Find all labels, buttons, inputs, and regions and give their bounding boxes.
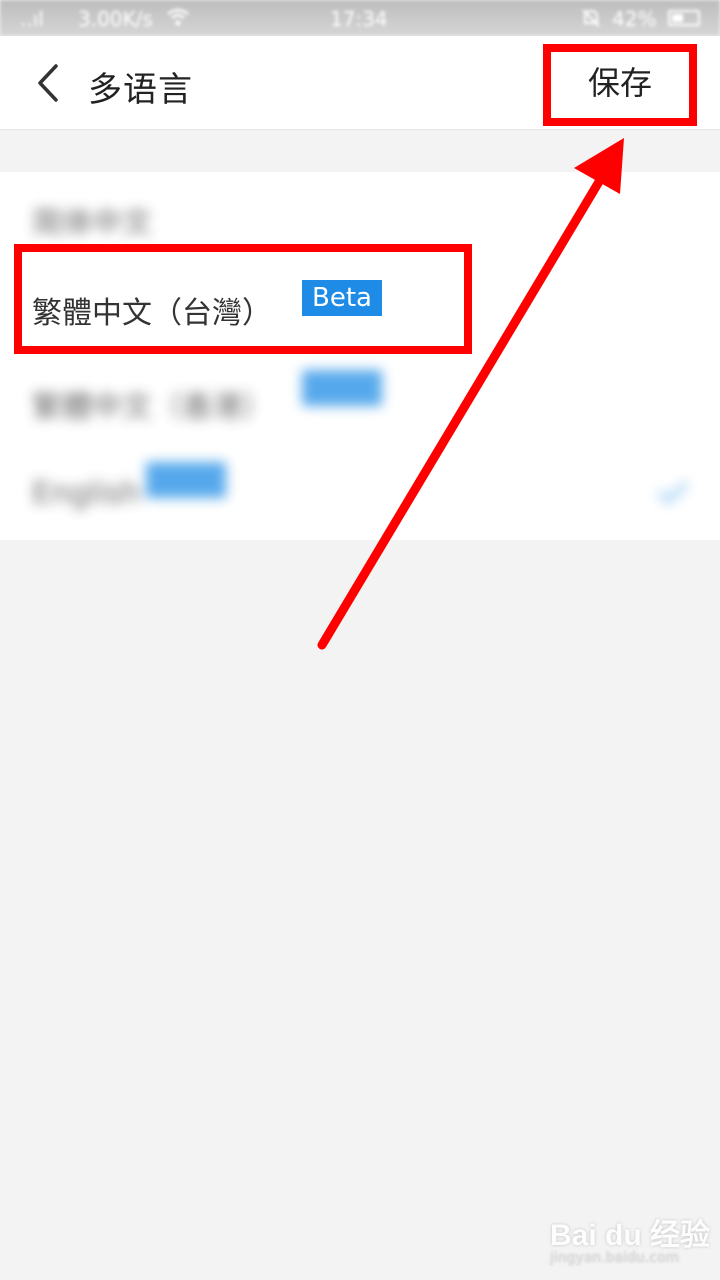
wifi-icon [166, 7, 190, 32]
check-icon [657, 481, 689, 504]
signal-icon: ..ıl [20, 7, 44, 31]
clock: 17:34 [330, 7, 388, 31]
language-list: 简体中文 繁體中文（台灣） Beta 繁體中文（香港） English [0, 172, 720, 540]
annotation-box-language-row [14, 244, 472, 354]
back-button[interactable] [24, 58, 70, 108]
beta-badge [302, 370, 382, 406]
battery-icon [668, 10, 700, 26]
language-label: 简体中文 [32, 206, 152, 241]
baidu-jingyan-watermark: Bai du 经验 jingyan.baidu.com [550, 1210, 710, 1266]
language-option-english[interactable]: English [0, 448, 720, 540]
watermark-url: jingyan.baidu.com [550, 1250, 680, 1266]
battery-percent: 42% [612, 7, 657, 31]
annotation-box-save [543, 44, 697, 126]
beta-badge [146, 462, 226, 498]
language-option-traditional-chinese-hongkong[interactable]: 繁體中文（香港） [0, 356, 720, 448]
language-label: English [32, 476, 141, 511]
chevron-left-icon [38, 64, 58, 102]
page-title: 多语言 [88, 70, 193, 110]
watermark-brand: Bai du 经验 [550, 1219, 711, 1252]
language-label: 繁體中文（香港） [32, 390, 272, 425]
status-bar: ..ıl 3.00K/s 17:34 42% [0, 0, 720, 36]
bell-muted-icon [580, 7, 602, 34]
network-speed: 3.00K/s [78, 7, 153, 31]
